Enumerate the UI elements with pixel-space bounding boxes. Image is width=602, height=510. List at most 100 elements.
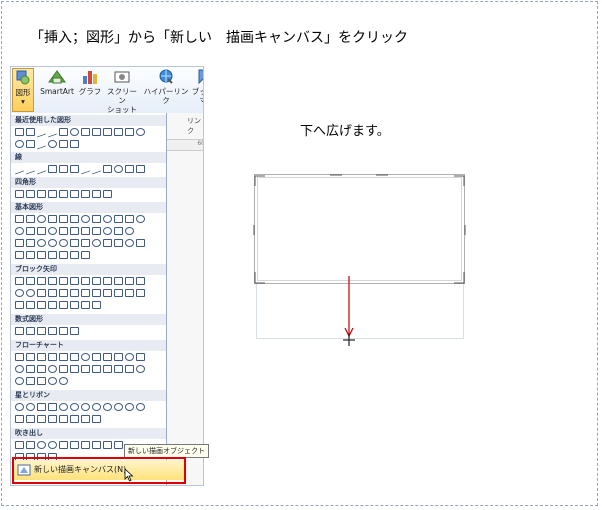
- flowchart-shape[interactable]: [103, 353, 112, 361]
- star-shape[interactable]: [81, 403, 90, 411]
- flowchart-shape[interactable]: [103, 365, 112, 373]
- arrow-shape[interactable]: [92, 277, 101, 285]
- bracket-shape[interactable]: [81, 251, 90, 259]
- flowchart-shape[interactable]: [70, 365, 79, 373]
- flowchart-shape[interactable]: [15, 353, 24, 361]
- star-shape[interactable]: [136, 403, 145, 411]
- star-shape[interactable]: [15, 403, 24, 411]
- ribbon-shape[interactable]: [59, 415, 68, 423]
- flowchart-shape[interactable]: [114, 353, 123, 361]
- flowchart-shape[interactable]: [92, 353, 101, 361]
- shape-item[interactable]: [15, 140, 24, 148]
- arrow-shape[interactable]: [136, 128, 145, 136]
- shape-item[interactable]: [37, 227, 46, 235]
- callout-shape[interactable]: [59, 441, 68, 449]
- callout-shape[interactable]: [103, 441, 112, 449]
- star-shape[interactable]: [26, 403, 35, 411]
- arrow-shape[interactable]: [26, 289, 35, 297]
- hyperlink-button[interactable]: ハイパーリンク: [143, 68, 189, 112]
- shape-item[interactable]: [92, 227, 101, 235]
- bracket-shape[interactable]: [48, 251, 57, 259]
- flowchart-shape[interactable]: [48, 353, 57, 361]
- shape-item[interactable]: [125, 165, 134, 173]
- freeform-shape[interactable]: [103, 165, 112, 173]
- text-box-shape[interactable]: [26, 128, 35, 136]
- shape-item[interactable]: [15, 239, 24, 247]
- flowchart-shape[interactable]: [59, 353, 68, 361]
- flowchart-shape[interactable]: [70, 353, 79, 361]
- arrow-shape[interactable]: [81, 277, 90, 285]
- flowchart-shape[interactable]: [125, 365, 134, 373]
- arrow-shape[interactable]: [70, 277, 79, 285]
- connector-shape[interactable]: [103, 128, 112, 136]
- callout-shape[interactable]: [15, 441, 24, 449]
- callout-shape[interactable]: [81, 441, 90, 449]
- callout-shape[interactable]: [48, 441, 57, 449]
- ribbon-shape[interactable]: [48, 415, 57, 423]
- shape-item[interactable]: [48, 140, 57, 148]
- callout-shape[interactable]: [92, 441, 101, 449]
- shape-item[interactable]: [59, 215, 68, 223]
- rectangle-shape[interactable]: [103, 190, 112, 198]
- shape-item[interactable]: [81, 227, 90, 235]
- bookmark-button[interactable]: ブックマ: [189, 68, 203, 112]
- arrow-shape[interactable]: [103, 277, 112, 285]
- line-shape[interactable]: [48, 126, 57, 138]
- curve-shape[interactable]: [81, 163, 90, 175]
- star-shape[interactable]: [59, 403, 68, 411]
- connector-shape[interactable]: [114, 128, 123, 136]
- arrow-shape[interactable]: [114, 277, 123, 285]
- star-shape[interactable]: [37, 403, 46, 411]
- rounded-rectangle-shape[interactable]: [81, 128, 90, 136]
- arrow-shape[interactable]: [92, 301, 101, 309]
- flowchart-shape[interactable]: [81, 365, 90, 373]
- flowchart-shape[interactable]: [26, 353, 35, 361]
- flowchart-shape[interactable]: [114, 365, 123, 373]
- ribbon-shape[interactable]: [81, 415, 90, 423]
- arrow-shape[interactable]: [37, 289, 46, 297]
- rectangle-shape[interactable]: [59, 128, 68, 136]
- connector-shape[interactable]: [59, 165, 68, 173]
- shape-item[interactable]: [114, 215, 123, 223]
- flowchart-shape[interactable]: [15, 377, 24, 385]
- arrow-shape[interactable]: [48, 277, 57, 285]
- rectangle-shape[interactable]: [70, 190, 79, 198]
- shape-item[interactable]: [37, 215, 46, 223]
- star-shape[interactable]: [70, 403, 79, 411]
- shape-item[interactable]: [26, 227, 35, 235]
- ribbon-shape[interactable]: [92, 415, 101, 423]
- arrow-shape[interactable]: [136, 289, 145, 297]
- oval-shape[interactable]: [70, 128, 79, 136]
- bracket-shape[interactable]: [26, 251, 35, 259]
- shape-item[interactable]: [26, 239, 35, 247]
- line-shape[interactable]: [26, 163, 35, 175]
- shape-item[interactable]: [81, 215, 90, 223]
- ribbon-shape[interactable]: [26, 415, 35, 423]
- callout-shape[interactable]: [114, 441, 123, 449]
- flowchart-shape[interactable]: [26, 377, 35, 385]
- rectangle-shape[interactable]: [15, 190, 24, 198]
- arrow-shape[interactable]: [92, 289, 101, 297]
- arrow-shape[interactable]: [48, 301, 57, 309]
- shape-item[interactable]: [114, 227, 123, 235]
- shape-item[interactable]: [103, 239, 112, 247]
- bracket-shape[interactable]: [59, 251, 68, 259]
- shape-item[interactable]: [136, 165, 145, 173]
- arrow-shape[interactable]: [103, 289, 112, 297]
- line-shape[interactable]: [37, 163, 46, 175]
- shape-item[interactable]: [103, 215, 112, 223]
- flowchart-shape[interactable]: [59, 377, 68, 385]
- shape-item[interactable]: [125, 227, 134, 235]
- callout-shape[interactable]: [70, 441, 79, 449]
- arrow-shape[interactable]: [59, 289, 68, 297]
- shape-item[interactable]: [59, 140, 68, 148]
- flowchart-shape[interactable]: [136, 365, 145, 373]
- ribbon-shape[interactable]: [37, 415, 46, 423]
- star-shape[interactable]: [114, 403, 123, 411]
- shape-item[interactable]: [37, 138, 46, 150]
- flowchart-shape[interactable]: [15, 365, 24, 373]
- curve-shape[interactable]: [92, 163, 101, 175]
- bracket-shape[interactable]: [37, 251, 46, 259]
- equal-shape[interactable]: [59, 327, 68, 335]
- rectangle-shape[interactable]: [81, 190, 90, 198]
